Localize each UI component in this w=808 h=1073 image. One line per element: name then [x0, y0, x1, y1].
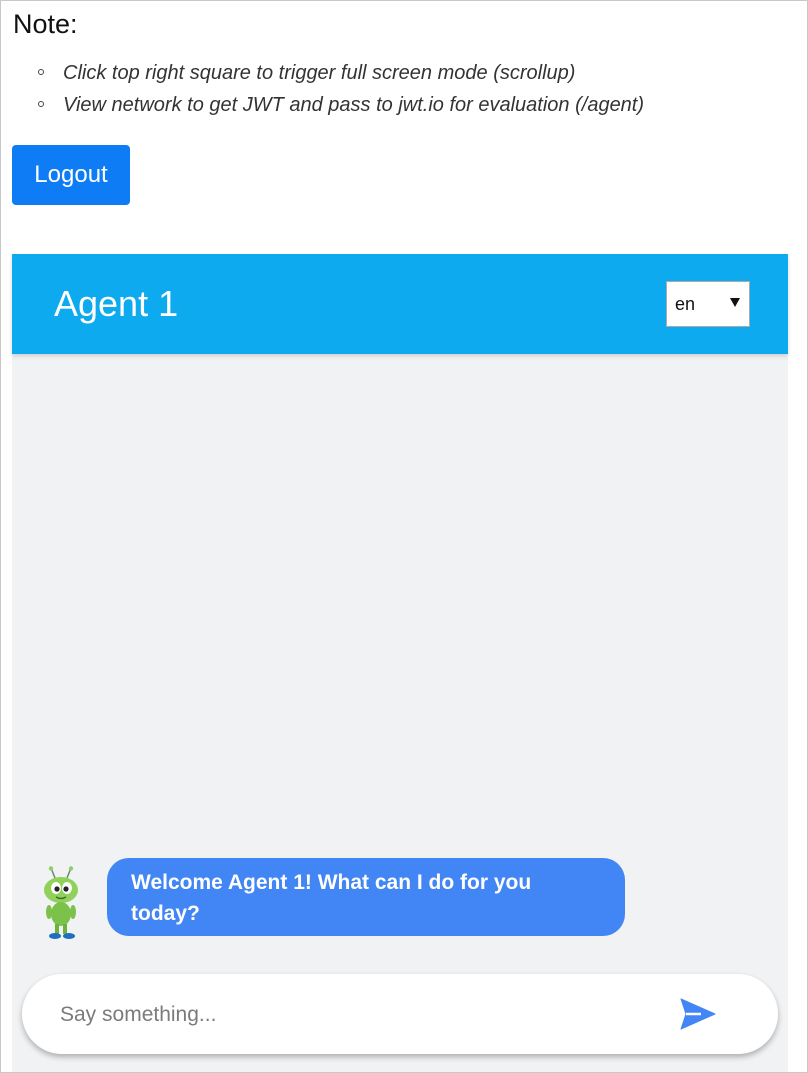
chat-widget: Agent 1 en Welcome Agent 1! What can I d…	[12, 254, 788, 1072]
bullet-icon	[38, 69, 44, 75]
logout-button[interactable]: Logout	[12, 145, 130, 205]
bullet-icon	[38, 101, 44, 107]
note-title: Note:	[13, 9, 78, 39]
note-item: Click top right square to trigger full s…	[31, 57, 644, 89]
chat-header: Agent 1 en	[12, 254, 788, 354]
bot-message: Welcome Agent 1! What can I do for you t…	[107, 858, 625, 936]
note-item-text: Click top right square to trigger full s…	[63, 62, 576, 84]
dropdown-arrow-icon	[730, 298, 740, 307]
note-list: Click top right square to trigger full s…	[31, 57, 644, 121]
note-item: View network to get JWT and pass to jwt.…	[31, 89, 644, 121]
page-frame: Note: Click top right square to trigger …	[0, 0, 808, 1073]
language-select[interactable]: en	[666, 281, 750, 327]
chat-input-bar	[22, 974, 778, 1054]
send-button[interactable]	[679, 996, 719, 1032]
robot-avatar-icon	[37, 866, 85, 940]
chat-title: Agent 1	[54, 283, 179, 324]
note-item-text: View network to get JWT and pass to jwt.…	[63, 94, 645, 116]
send-icon	[680, 998, 716, 1030]
message-input[interactable]	[60, 996, 640, 1034]
language-select-value: en	[675, 294, 696, 314]
